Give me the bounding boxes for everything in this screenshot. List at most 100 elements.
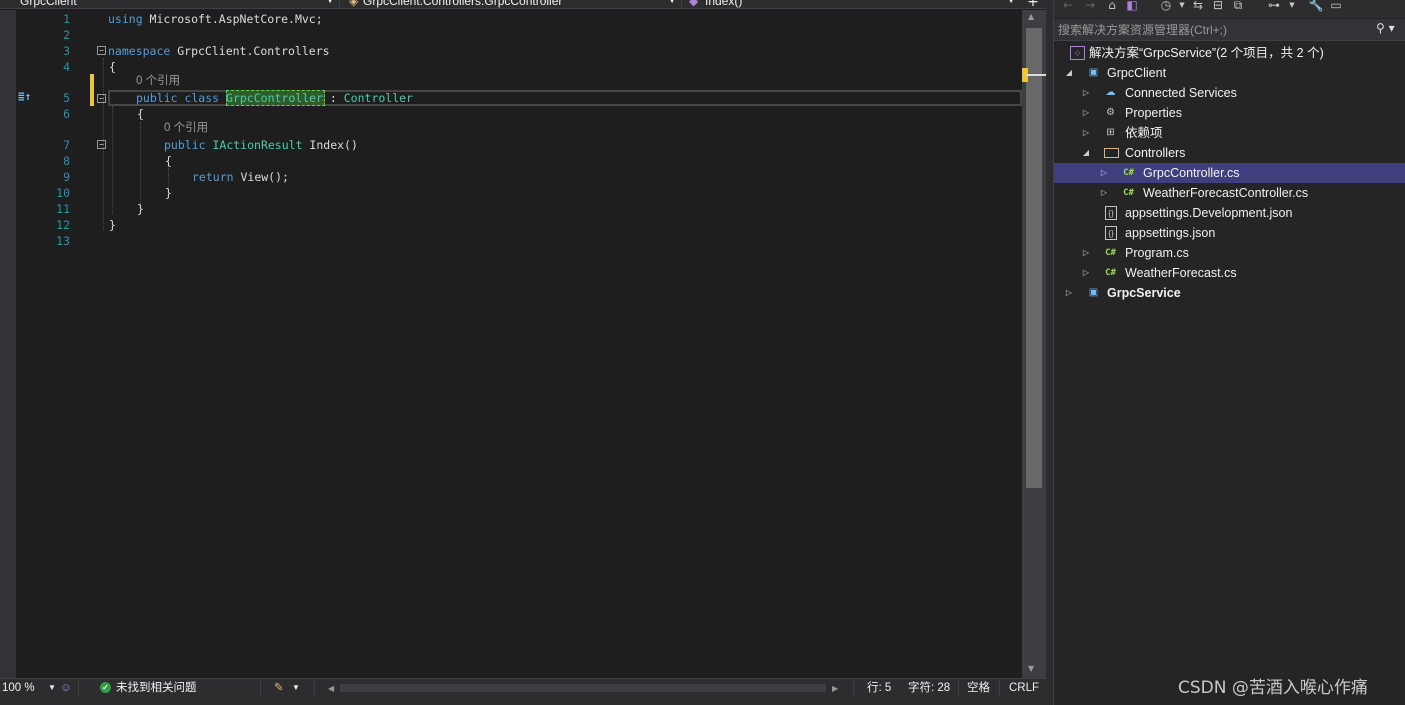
copilot-icon[interactable]: ☺ [60,679,72,697]
line-number: 8 [63,154,70,168]
home-icon[interactable]: ⌂ [1104,0,1120,14]
solution-explorer: ← → ⌂ ◧ ◷ ▼ ⇆ ⊟ ⧉ ⊶ ▼ 🔧 ▭ ⚲ ▾ ◇ 解决方案“Grp… [1053,0,1405,705]
tree-item-weatherforecastcontroller[interactable]: ▷ C# WeatherForecastController.cs [1054,183,1405,203]
type-name: IActionResult [212,138,303,152]
codelens-references[interactable]: 0 个引用 [164,121,208,135]
tree-item-label: Connected Services [1125,86,1237,100]
connected-services-icon: ☁ [1105,87,1116,98]
code-line-12: } [109,218,116,232]
code-line-1: using Microsoft.AspNetCore.Mvc; [108,11,323,27]
class-name: GrpcController [226,91,323,105]
filter-icon[interactable]: ⊶ [1266,0,1282,14]
forward-icon[interactable]: → [1082,0,1098,14]
scroll-up-arrow-icon[interactable]: ▲ [1028,12,1034,21]
properties-wrench-icon[interactable]: 🔧 [1308,0,1324,14]
panel-splitter[interactable] [1046,0,1053,705]
tree-item-dependencies[interactable]: ▷ ⊞ 依赖项 [1054,123,1405,143]
line-number: 3 [63,44,70,58]
tree-item-program[interactable]: ▷ C# Program.cs [1054,243,1405,263]
tree-item-appsettings[interactable]: {} appsettings.json [1054,223,1405,243]
status-divider [958,680,959,696]
line-number: 4 [63,60,70,74]
scrollbar-thumb[interactable] [1026,28,1042,488]
tree-item-weatherforecast[interactable]: ▷ C# WeatherForecast.cs [1054,263,1405,283]
cursor-line[interactable]: 行: 5 [867,679,891,697]
horizontal-scrollbar-track[interactable] [340,684,826,692]
collapsed-arrow-icon[interactable]: ▷ [1081,263,1091,283]
keyword: return [192,170,234,184]
tree-item-grpccontroller-selected[interactable]: ▷ C# GrpcController.cs [1054,163,1405,183]
switch-views-icon[interactable]: ◧ [1124,0,1140,14]
solution-search-box[interactable]: ⚲ ▾ [1054,19,1405,41]
split-editor-button[interactable]: + [1024,0,1042,8]
cursor-char[interactable]: 字符: 28 [908,679,950,697]
chevron-down-icon[interactable]: ▼ [1284,0,1300,14]
expanded-arrow-icon[interactable]: ◢ [1064,63,1074,83]
scroll-down-arrow-icon[interactable]: ▼ [1028,664,1034,673]
collapsed-arrow-icon[interactable]: ▷ [1081,243,1091,263]
collapsed-arrow-icon[interactable]: ▷ [1081,83,1091,103]
class-dropdown-label: GrpcClient.Controllers.GrpcController [363,0,563,8]
tree-item-controllers[interactable]: ◢ Controllers [1054,143,1405,163]
tree-item-appsettings-development[interactable]: {} appsettings.Development.json [1054,203,1405,223]
nav-divider [339,0,340,8]
search-icon[interactable]: ⚲ ▾ [1376,21,1395,35]
scroll-left-arrow-icon[interactable]: ◀ [328,680,334,698]
collapsed-arrow-icon[interactable]: ▷ [1099,183,1109,203]
code-line-7: public IActionResult Index() [164,137,358,153]
chevron-down-icon[interactable]: ▼ [1174,0,1190,14]
collapsed-arrow-icon[interactable]: ▷ [1099,163,1109,183]
line-number: 6 [63,107,70,121]
code-text: GrpcClient.Controllers [170,44,330,58]
tree-item-project-grpcservice[interactable]: ▷ ▣ GrpcService [1054,283,1405,303]
horizontal-scrollbar[interactable]: ◀ ▶ [322,680,846,696]
solution-explorer-toolbar: ← → ⌂ ◧ ◷ ▼ ⇆ ⊟ ⧉ ⊶ ▼ 🔧 ▭ [1054,0,1405,18]
chevron-down-icon[interactable]: ▼ [292,679,300,697]
codelens-references[interactable]: 0 个引用 [136,74,180,88]
glyph-margin[interactable] [0,10,16,678]
keyword: public [164,138,206,152]
chevron-down-icon: ▼ [1007,0,1015,5]
pending-changes-icon[interactable]: ◷ [1158,0,1174,14]
issues-status[interactable]: 未找到相关问题 [116,679,197,697]
code-text-area[interactable]: using Microsoft.AspNetCore.Mvc; namespac… [76,10,1021,678]
preview-selected-icon[interactable]: ▭ [1328,0,1344,14]
tree-item-label: 解决方案“GrpcService”(2 个项目，共 2 个) [1089,46,1324,60]
tree-item-properties[interactable]: ▷ ⚙ Properties [1054,103,1405,123]
member-dropdown[interactable]: ◆ Index() ▼ [683,0,1019,8]
chevron-down-icon: ▼ [668,0,676,5]
sync-icon[interactable]: ⇆ [1190,0,1206,14]
status-divider [853,680,854,696]
code-cleanup-brush-icon[interactable]: ✎ [274,679,284,697]
tree-item-project-grpcclient[interactable]: ◢ ▣ GrpcClient [1054,63,1405,83]
code-line-8: { [165,154,172,168]
scroll-right-arrow-icon[interactable]: ▶ [832,680,838,698]
back-icon[interactable]: ← [1060,0,1076,14]
class-dropdown[interactable]: ◈ GrpcClient.Controllers.GrpcController … [341,0,680,8]
zoom-dropdown[interactable]: 100 % ▼ [0,679,58,697]
csharp-file-icon: C# [1123,188,1134,198]
code-line-9: return View(); [192,169,289,185]
code-editor[interactable]: GrpcClient ▼ ◈ GrpcClient.Controllers.Gr… [0,0,1046,705]
code-line-6: { [137,107,144,121]
whitespace-mode[interactable]: 空格 [967,679,990,697]
tree-item-solution[interactable]: ◇ 解决方案“GrpcService”(2 个项目，共 2 个) [1054,43,1405,63]
expanded-arrow-icon[interactable]: ◢ [1081,143,1091,163]
status-divider [999,680,1000,696]
show-all-files-icon[interactable]: ⧉ [1230,0,1246,14]
solution-search-input[interactable] [1058,21,1368,39]
line-ending[interactable]: CRLF [1009,679,1039,697]
collapsed-arrow-icon[interactable]: ▷ [1081,123,1091,143]
tree-item-label: WeatherForecastController.cs [1143,186,1309,200]
scrollbar-caret-marker [1026,74,1046,76]
tree-item-connected-services[interactable]: ▷ ☁ Connected Services [1054,83,1405,103]
collapsed-arrow-icon[interactable]: ▷ [1064,283,1074,303]
csharp-file-icon: C# [1123,168,1134,178]
chevron-down-icon: ▼ [48,683,56,692]
project-dropdown-label: GrpcClient [20,0,77,8]
project-dropdown[interactable]: GrpcClient ▼ [0,0,338,8]
collapsed-arrow-icon[interactable]: ▷ [1081,103,1091,123]
collapse-all-icon[interactable]: ⊟ [1210,0,1226,14]
tree-item-label: Properties [1125,106,1182,120]
